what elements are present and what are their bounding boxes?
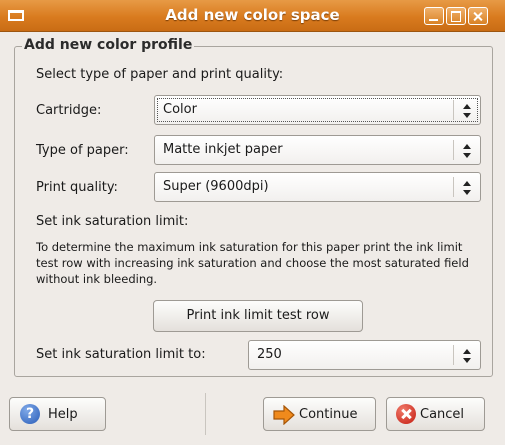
quality-value: Super (9600dpi) <box>163 179 269 194</box>
cartridge-value: Color <box>163 102 197 117</box>
combo-separator <box>453 345 454 365</box>
cartridge-select[interactable]: Color <box>154 95 481 125</box>
paper-label: Type of paper: <box>36 143 129 158</box>
limit-label: Set ink saturation limit to: <box>36 347 206 362</box>
cancel-x-icon <box>396 404 416 424</box>
combo-separator <box>453 140 454 160</box>
minimize-button[interactable] <box>424 7 444 25</box>
select-heading: Select type of paper and print quality: <box>36 67 284 82</box>
quality-select[interactable]: Super (9600dpi) <box>154 172 481 202</box>
maximize-button[interactable] <box>446 7 466 25</box>
ink-limit-spinner[interactable]: 250 <box>248 340 481 370</box>
title-bar[interactable]: Add new color space <box>0 0 505 32</box>
button-divider <box>205 393 206 435</box>
updown-arrow-icon <box>463 181 471 195</box>
updown-arrow-icon <box>463 144 471 158</box>
ink-description: To determine the maximum ink saturation … <box>36 240 469 286</box>
paper-select[interactable]: Matte inkjet paper <box>154 135 481 165</box>
continue-label: Continue <box>299 407 358 422</box>
arrow-right-icon <box>273 405 295 425</box>
updown-arrow-icon <box>463 104 471 118</box>
help-question-icon: ? <box>20 404 40 424</box>
ink-heading: Set ink saturation limit: <box>36 214 189 229</box>
combo-separator <box>453 177 454 197</box>
combo-separator <box>453 100 454 120</box>
cartridge-label: Cartridge: <box>36 103 102 118</box>
updown-arrow-icon <box>463 349 471 363</box>
frame-legend: Add new color profile <box>22 37 195 53</box>
cancel-label: Cancel <box>420 407 465 422</box>
help-label: Help <box>48 407 78 422</box>
print-test-row-button[interactable]: Print ink limit test row <box>153 300 363 332</box>
print-test-row-label: Print ink limit test row <box>186 308 330 323</box>
cancel-button[interactable]: Cancel <box>386 397 485 431</box>
paper-value: Matte inkjet paper <box>163 142 283 157</box>
quality-label: Print quality: <box>36 180 118 195</box>
close-button[interactable] <box>468 7 488 25</box>
help-button[interactable]: ? Help <box>9 397 106 431</box>
ink-limit-value: 250 <box>257 347 282 362</box>
continue-button[interactable]: Continue <box>263 397 376 431</box>
